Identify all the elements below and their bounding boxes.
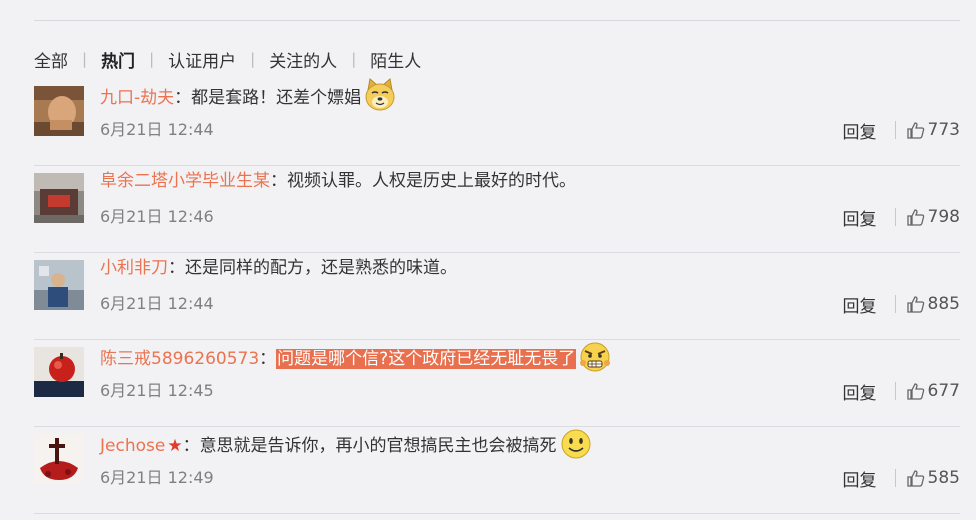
comment-item: 九口-劫夫：都是套路！还差个嫖娼 6月21日 12:44 回复 773 [34,78,960,166]
comment-timestamp: 6月21日 12:44 [100,294,214,313]
comment-item: Jechose ★：意思就是告诉你，再小的官想搞民主也会被搞死 6月21日 12:… [34,426,960,514]
thumbs-up-icon [906,383,924,400]
filter-hot[interactable]: 热门 [101,47,135,72]
star-icon[interactable]: ★ [167,433,182,459]
comment-text: 阜余二塔小学毕业生某：视频认罪。人权是历史上最好的时代。 [100,171,576,191]
comment-item: 陈三戒5896260573：问题是哪个信?这个政府已经无耻无畏了 6月21日 1… [34,339,960,427]
like-button[interactable]: 798 [906,207,960,227]
comment-body: 还是同样的配方，还是熟悉的味道。 [185,258,457,278]
action-divider [894,295,896,313]
comment-actions: 回复 677 [843,379,960,404]
top-divider [34,20,960,21]
comment-timestamp: 6月21日 12:45 [100,381,214,400]
comment-body: 都是套路！还差个嫖娼 [191,88,362,108]
highlighted-comment-body: 问题是哪个信?这个政府已经无耻无畏了 [276,349,577,369]
comment-item: 阜余二塔小学毕业生某：视频认罪。人权是历史上最好的时代。 6月21日 12:46… [34,165,960,253]
filter-following[interactable]: 关注的人 [269,47,337,72]
reply-button[interactable]: 回复 [843,292,877,317]
thumbs-up-icon [906,296,924,313]
smile-face-icon [559,426,593,460]
comment-text: Jechose ★：意思就是告诉你，再小的官想搞民主也会被搞死 [100,429,593,463]
comment-body: 视频认罪。人权是历史上最好的时代。 [287,171,576,191]
comment-text: 九口-劫夫：都是套路！还差个嫖娼 [100,78,397,115]
avatar[interactable] [34,86,84,136]
avatar[interactable] [34,260,84,310]
thumbs-up-icon [906,122,924,139]
like-button[interactable]: 585 [906,468,960,488]
like-count: 585 [927,468,960,488]
username-link[interactable]: Jechose [100,436,165,456]
comment-actions: 回复 798 [843,205,960,230]
username-link[interactable]: 小利非刀 [100,258,168,278]
comment-filter-bar: 全部 | 热门 | 认证用户 | 关注的人 | 陌生人 [34,46,421,72]
like-button[interactable]: 773 [906,120,960,140]
like-button[interactable]: 677 [906,381,960,401]
angry-face-icon [578,339,612,373]
like-count: 885 [927,294,960,314]
comment-actions: 回复 773 [843,118,960,143]
action-divider [894,121,896,139]
filter-separator: | [250,50,256,68]
comment-timestamp: 6月21日 12:44 [100,120,214,139]
thumbs-up-icon [906,470,924,487]
action-divider [894,469,896,487]
username-link[interactable]: 阜余二塔小学毕业生某 [100,171,270,191]
doge-icon [363,78,397,112]
action-divider [894,382,896,400]
filter-all[interactable]: 全部 [34,47,68,72]
comment-timestamp: 6月21日 12:49 [100,468,214,487]
reply-button[interactable]: 回复 [843,118,877,143]
thumbs-up-icon [906,209,924,226]
reply-button[interactable]: 回复 [843,379,877,404]
like-count: 798 [927,207,960,227]
filter-verified[interactable]: 认证用户 [168,47,236,72]
filter-separator: | [82,50,88,68]
comment-timestamp: 6月21日 12:46 [100,207,214,226]
comment-actions: 回复 885 [843,292,960,317]
username-link[interactable]: 陈三戒5896260573 [100,349,259,369]
avatar[interactable] [34,434,84,484]
like-count: 677 [927,381,960,401]
comment-item: 小利非刀：还是同样的配方，还是熟悉的味道。 6月21日 12:44 回复 885 [34,252,960,340]
comment-text: 小利非刀：还是同样的配方，还是熟悉的味道。 [100,258,457,278]
avatar[interactable] [34,347,84,397]
comment-body: 意思就是告诉你，再小的官想搞民主也会被搞死 [199,436,557,456]
comment-actions: 回复 585 [843,466,960,491]
reply-button[interactable]: 回复 [843,466,877,491]
filter-separator: | [351,50,357,68]
comment-text: 陈三戒5896260573：问题是哪个信?这个政府已经无耻无畏了 [100,342,612,376]
username-link[interactable]: 九口-劫夫 [100,88,174,108]
like-button[interactable]: 885 [906,294,960,314]
action-divider [894,208,896,226]
avatar[interactable] [34,173,84,223]
filter-strangers[interactable]: 陌生人 [370,47,421,72]
filter-separator: | [149,50,155,68]
like-count: 773 [927,120,960,140]
reply-button[interactable]: 回复 [843,205,877,230]
